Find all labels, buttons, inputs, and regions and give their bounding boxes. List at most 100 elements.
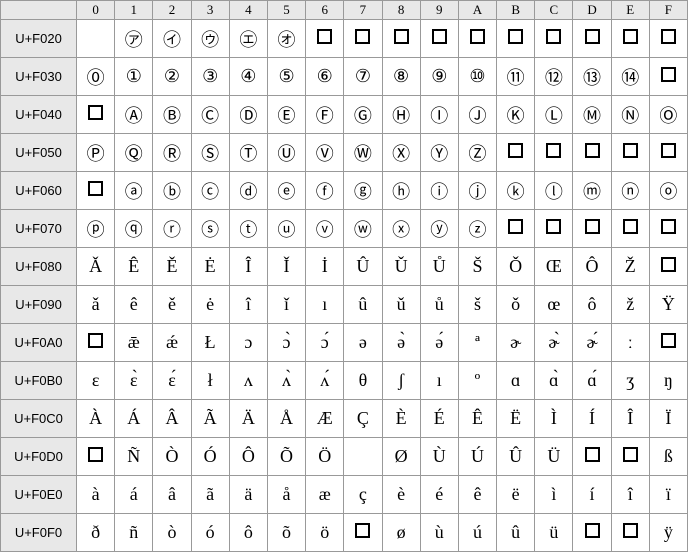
glyph-cell <box>649 20 687 58</box>
table-row: U+F040ⒶⒷⒸⒹⒺⒻⒼⒽⒾⒿⓀⓁⓂⓃⓄ <box>1 96 688 134</box>
col-header-D: D <box>573 1 611 20</box>
glyph-cell: è <box>382 476 420 514</box>
col-header-6: 6 <box>306 1 344 20</box>
glyph-cell: ⓕ <box>306 172 344 210</box>
glyph-cell: Ê <box>115 248 153 286</box>
glyph-cell <box>306 20 344 58</box>
glyph-cell: Ǔ <box>382 248 420 286</box>
glyph-cell: Ë <box>497 400 535 438</box>
glyph-cell <box>573 20 611 58</box>
glyph-cell: Ⓦ <box>344 134 382 172</box>
glyph-cell: Ⓝ <box>611 96 649 134</box>
glyph-cell: ㋑ <box>153 20 191 58</box>
tofu-icon <box>546 29 561 44</box>
row-header: U+F0C0 <box>1 400 77 438</box>
glyph-cell: ɚ̀ <box>535 324 573 362</box>
glyph-cell: ł <box>191 362 229 400</box>
table-row: U+F020㋐㋑㋒㋓㋔ <box>1 20 688 58</box>
glyph-cell: ɑ̀ <box>535 362 573 400</box>
col-header-C: C <box>535 1 573 20</box>
glyph-cell: Ⓡ <box>153 134 191 172</box>
glyph-cell: Ø <box>382 438 420 476</box>
glyph-cell: ⑩ <box>458 58 496 96</box>
glyph-cell: ė <box>191 286 229 324</box>
glyph-cell: æ <box>306 476 344 514</box>
tofu-icon <box>623 523 638 538</box>
glyph-cell: Ⓠ <box>115 134 153 172</box>
glyph-cell: ⑪ <box>497 58 535 96</box>
row-header: U+F040 <box>1 96 77 134</box>
glyph-cell: ê <box>115 286 153 324</box>
glyph-cell: È <box>382 400 420 438</box>
glyph-cell: ɛ́ <box>153 362 191 400</box>
table-row: U+F0D0ÑÒÓÔÕÖØÙÚÛÜß <box>1 438 688 476</box>
glyph-cell: ú <box>458 514 496 552</box>
glyph-cell: Ⓩ <box>458 134 496 172</box>
col-header-4: 4 <box>229 1 267 20</box>
table-row: U+F070ⓟⓠⓡⓢⓣⓤⓥⓦⓧⓨⓩ <box>1 210 688 248</box>
glyph-cell: Ó <box>191 438 229 476</box>
glyph-cell: θ <box>344 362 382 400</box>
glyph-cell <box>344 438 382 476</box>
glyph-cell: Ǐ <box>267 248 305 286</box>
tofu-icon <box>661 257 676 272</box>
unicode-grid: 0123456789ABCDEF U+F020㋐㋑㋒㋓㋔U+F030⓪①②③④⑤… <box>0 0 688 552</box>
col-header-3: 3 <box>191 1 229 20</box>
glyph-cell: Ⓐ <box>115 96 153 134</box>
tofu-icon <box>623 447 638 462</box>
tofu-icon <box>585 143 600 158</box>
glyph-cell: ⑨ <box>420 58 458 96</box>
tofu-icon <box>623 219 638 234</box>
glyph-cell: ò <box>153 514 191 552</box>
glyph-cell: Ô <box>573 248 611 286</box>
row-header: U+F0A0 <box>1 324 77 362</box>
glyph-cell <box>611 20 649 58</box>
glyph-cell <box>611 438 649 476</box>
glyph-cell: ǒ <box>497 286 535 324</box>
glyph-cell: ⓣ <box>229 210 267 248</box>
glyph-cell: ⓒ <box>191 172 229 210</box>
glyph-cell: ⓛ <box>535 172 573 210</box>
glyph-cell: ㋓ <box>229 20 267 58</box>
glyph-cell: Ö <box>306 438 344 476</box>
glyph-cell: ④ <box>229 58 267 96</box>
glyph-cell: Ⓔ <box>267 96 305 134</box>
row-header: U+F070 <box>1 210 77 248</box>
glyph-cell: í <box>573 476 611 514</box>
glyph-cell: Ⓟ <box>77 134 115 172</box>
table-row: U+F090ǎêěėîǐıûǔůšǒœôžŸ <box>1 286 688 324</box>
glyph-cell: Ä <box>229 400 267 438</box>
glyph-cell: Û <box>344 248 382 286</box>
glyph-cell: Ù <box>420 438 458 476</box>
glyph-cell: ç <box>344 476 382 514</box>
glyph-cell: Î <box>229 248 267 286</box>
glyph-cell <box>649 324 687 362</box>
glyph-cell: ǐ <box>267 286 305 324</box>
tofu-icon <box>508 143 523 158</box>
row-header: U+F030 <box>1 58 77 96</box>
glyph-cell: ㋐ <box>115 20 153 58</box>
col-header-5: 5 <box>267 1 305 20</box>
glyph-cell: ð <box>77 514 115 552</box>
col-header-9: 9 <box>420 1 458 20</box>
glyph-cell: Ů <box>420 248 458 286</box>
glyph-cell: ① <box>115 58 153 96</box>
glyph-cell: ë <box>497 476 535 514</box>
glyph-cell: ɚ <box>497 324 535 362</box>
glyph-cell: ⓢ <box>191 210 229 248</box>
glyph-cell: Ï <box>649 400 687 438</box>
glyph-cell: ɛ <box>77 362 115 400</box>
glyph-cell <box>611 210 649 248</box>
glyph-cell: ı <box>306 286 344 324</box>
glyph-cell: Ⓣ <box>229 134 267 172</box>
glyph-cell: Ǎ <box>77 248 115 286</box>
glyph-cell: Ⓙ <box>458 96 496 134</box>
header-row: 0123456789ABCDEF <box>1 1 688 20</box>
glyph-cell: ⓔ <box>267 172 305 210</box>
glyph-cell: Ǒ <box>497 248 535 286</box>
glyph-cell <box>77 96 115 134</box>
glyph-cell <box>77 324 115 362</box>
glyph-cell: ɑ <box>497 362 535 400</box>
glyph-cell: Õ <box>267 438 305 476</box>
glyph-cell: ⓥ <box>306 210 344 248</box>
